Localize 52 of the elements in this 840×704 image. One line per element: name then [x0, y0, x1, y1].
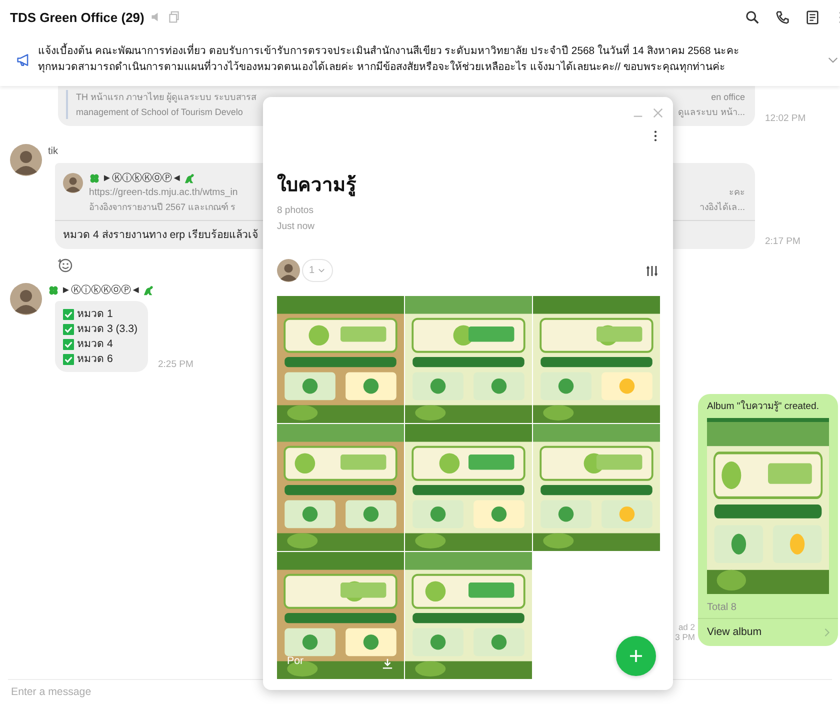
preview-text: อ้างอิงจากรายงานปี 2567 และเกณฑ์ ร [89, 201, 236, 214]
dinosaur-icon [142, 284, 154, 296]
checklist-item: หมวด 3 (3.3) [77, 322, 138, 336]
album-name: ใบความรู้ [277, 172, 358, 198]
add-photo-button[interactable] [616, 636, 656, 676]
view-album-link[interactable]: View album [698, 618, 838, 646]
checklist-item: หมวด 6 [77, 352, 113, 366]
sort-icon[interactable] [646, 264, 658, 276]
message-time: 2:17 PM [765, 236, 800, 247]
photo-count: 8 photos [277, 204, 314, 218]
avatar [10, 283, 42, 315]
message-input[interactable]: Enter a message [8, 686, 311, 698]
preview-text: างอิงได้เล... [699, 201, 745, 214]
clover-icon [89, 172, 100, 184]
member-count-button[interactable]: 1 [302, 259, 333, 282]
link-url[interactable]: https://green-tds.mju.ac.th/wtms_in [89, 185, 238, 200]
clover-icon [48, 284, 59, 296]
message-text: หมวด 4 ส่งรายงานทาง erp เรียบร้อยแล้วเจ้ [63, 229, 258, 241]
uploader-name: Por [287, 655, 304, 667]
preview-text: management of School of Tourism Develo [76, 106, 243, 119]
preview-text: ดูแลระบบ หน้า... [678, 106, 745, 119]
announcement-text: แจ้งเบื้องต้น คณะพัฒนาการท่องเที่ยว ตอบรับการเข้ารับการตรวจประเมินสำนักงานสีเขียว ระดับมหาวิทยาลัย ประจำปี 2568 ในวันที่ 14 สิงหาคม 2568 นะคะ ทุกหมวดสามารถดำเนินการตามแผนที่วางไว้ของหมวดตนเองได้เลยค่ะ หากมีข้อสงสัยหรือจะให้ช่วยเหลืออะไร แจ้งมาได้เลยนะคะ// ขอบพระคุณทุกท่านค่ะ [38, 44, 828, 76]
album-title: Album "ใบความรู้" created. [707, 400, 820, 414]
album-total: Total 8 [707, 602, 738, 613]
sender-name: ►ⓀⓘⓚⓀⓞⓅ◄ [102, 172, 182, 185]
read-status: ad 2 [678, 622, 695, 632]
download-icon[interactable] [382, 658, 393, 669]
sender-name: tik [48, 146, 59, 157]
dinosaur-icon [184, 172, 195, 184]
message-time: 12:02 PM [765, 113, 806, 124]
chat-title: TDS Green Office (29) [10, 10, 144, 24]
chevron-down-icon [318, 268, 325, 273]
more-icon[interactable] [653, 129, 658, 143]
search-icon[interactable] [745, 10, 760, 24]
add-reaction-icon[interactable] [57, 257, 73, 273]
message-time: 2:25 PM [158, 359, 194, 370]
avatar [277, 259, 300, 282]
plus-icon [629, 649, 643, 663]
avatar [10, 144, 42, 176]
preview-text: TH หน้าแรก ภาษาไทย ผู้ดูแลระบบ ระบบสารส [76, 91, 256, 104]
preview-text: ะคะ [729, 186, 745, 199]
chevron-right-icon [824, 628, 830, 636]
notes-icon[interactable] [805, 10, 820, 24]
checklist-item: หมวด 1 [77, 307, 113, 321]
message-time: 3 PM [675, 632, 695, 642]
album-time: Just now [277, 220, 316, 234]
avatar [63, 173, 83, 193]
phone-icon[interactable] [775, 10, 790, 24]
sender-name: ►ⓀⓘⓚⓀⓞⓅ◄ [61, 284, 141, 297]
chevron-down-icon[interactable] [828, 56, 838, 64]
preview-text: en office [711, 91, 745, 104]
checklist-item: หมวด 4 [77, 337, 113, 351]
